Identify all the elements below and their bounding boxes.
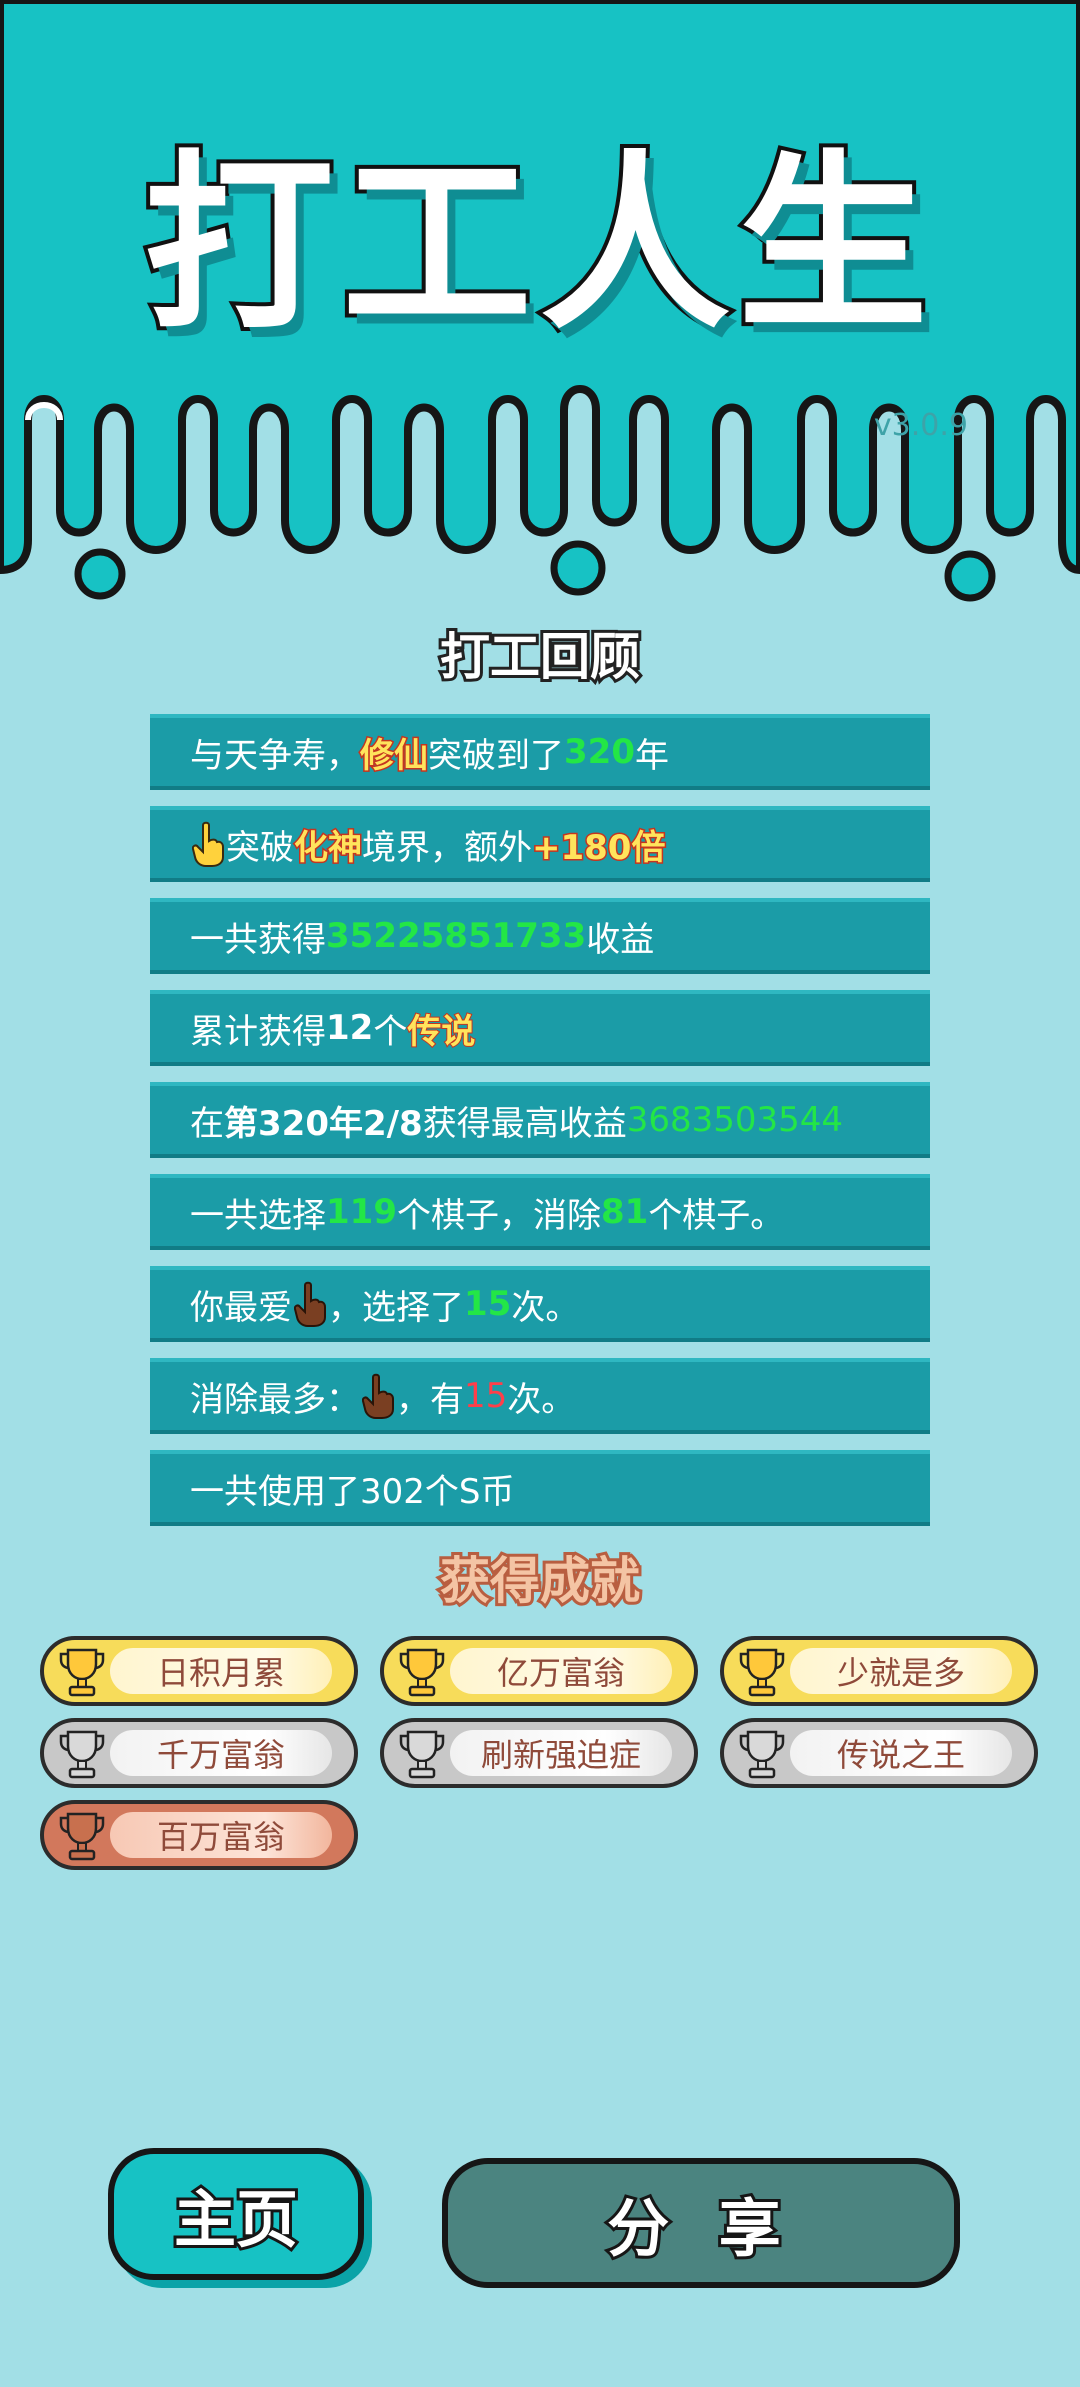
- achievement-label: 千万富翁: [110, 1730, 332, 1776]
- stat-highlight: 化神: [293, 826, 364, 869]
- stat-value: 3683503544: [626, 1100, 844, 1140]
- pointing-hand-brown-icon: [294, 1281, 326, 1327]
- pointing-hand-brown-icon: [362, 1373, 394, 1419]
- trophy-bronze-icon: [59, 1812, 105, 1861]
- home-button[interactable]: 主页: [108, 2148, 364, 2280]
- achievement-label: 亿万富翁: [450, 1648, 672, 1694]
- stat-row-pieces: 一共选择 119 个棋子，消除 81 个棋子。: [150, 1174, 930, 1250]
- stat-text: 在: [190, 1103, 224, 1144]
- stat-row-most-eliminated: 消除最多： ，有 15 次。: [150, 1358, 930, 1434]
- stat-text: 消除最多：: [190, 1379, 360, 1420]
- stat-text: 与天争寿，: [190, 735, 360, 776]
- achievements-title: 获得成就: [437, 1552, 643, 1610]
- stat-text: 个: [373, 1011, 408, 1052]
- app-title: 打工人生: [140, 134, 936, 355]
- stat-value: 81: [600, 1192, 649, 1232]
- trophy-silver-icon: [399, 1730, 445, 1779]
- review-title: 打工回顾: [437, 628, 643, 686]
- stat-value: 12: [326, 1008, 374, 1048]
- stat-text: 突破到了: [428, 735, 564, 776]
- stat-text: 突破: [226, 827, 294, 868]
- achievement-label: 日积月累: [110, 1648, 332, 1694]
- achievement-badge[interactable]: 亿万富翁: [380, 1636, 698, 1706]
- stat-value: 119: [326, 1192, 397, 1232]
- stat-value: 320: [564, 732, 635, 772]
- achievement-badge[interactable]: 少就是多: [720, 1636, 1038, 1706]
- stat-text: 次。: [511, 1287, 580, 1328]
- achievement-label: 传说之王: [790, 1730, 1012, 1776]
- stat-value: +180倍: [530, 826, 666, 869]
- stat-highlight: 传说: [406, 1011, 476, 1053]
- achievement-label: 百万富翁: [110, 1812, 332, 1858]
- stat-text: 一共使用了302个S币: [190, 1471, 515, 1512]
- stat-text: 一共获得: [190, 919, 326, 960]
- stat-row-coins: 一共使用了302个S币: [150, 1450, 930, 1526]
- achievement-label: 少就是多: [790, 1648, 1012, 1694]
- stat-text: ，有: [396, 1379, 464, 1420]
- stat-text: 境界，额外: [362, 827, 532, 868]
- trophy-silver-icon: [59, 1730, 105, 1779]
- achievement-badge[interactable]: 传说之王: [720, 1718, 1038, 1788]
- stat-text: 次。: [507, 1379, 576, 1420]
- stat-date: 第320年2/8: [224, 1103, 423, 1144]
- header: 打工人生 v3.0.9: [0, 0, 1080, 620]
- trophy-gold-icon: [399, 1648, 445, 1697]
- stat-row-favorite: 你最爱 ，选择了 15 次。: [150, 1266, 930, 1342]
- stat-text: 累计获得: [190, 1011, 326, 1052]
- pointing-hand-yellow-icon: [192, 821, 224, 867]
- stat-text: 年: [634, 735, 669, 776]
- share-button[interactable]: 分 享: [442, 2158, 960, 2288]
- stat-value: 35225851733: [326, 916, 587, 956]
- stat-row-cultivation: 与天争寿， 修仙 突破到了 320 年: [150, 714, 930, 790]
- trophy-gold-icon: [59, 1648, 105, 1697]
- stat-text: 一共选择: [190, 1195, 326, 1236]
- stat-row-legends: 累计获得 12 个传说: [150, 990, 930, 1066]
- stat-text: 收益: [586, 919, 655, 960]
- achievement-label: 刷新强迫症: [450, 1730, 672, 1776]
- stat-value: 15: [464, 1284, 512, 1324]
- stat-row-breakthrough: 突破 化神 境界，额外 +180倍: [150, 806, 930, 882]
- stat-row-total-income: 一共获得 35225851733 收益: [150, 898, 930, 974]
- stat-highlight: 修仙: [359, 734, 430, 777]
- stat-text: 个棋子。: [648, 1195, 785, 1236]
- stat-text: 获得最高收益: [422, 1103, 627, 1144]
- stat-text: 你最爱: [190, 1287, 292, 1328]
- achievement-badge[interactable]: 日积月累: [40, 1636, 358, 1706]
- stat-text: ，选择了: [328, 1287, 464, 1328]
- achievement-badge[interactable]: 百万富翁: [40, 1800, 358, 1870]
- stat-value: 15: [464, 1376, 508, 1416]
- stat-row-best-income: 在 第320年2/8 获得最高收益 3683503544: [150, 1082, 930, 1158]
- stat-text: 个棋子，消除: [396, 1195, 601, 1236]
- achievement-badge[interactable]: 刷新强迫症: [380, 1718, 698, 1788]
- trophy-silver-icon: [739, 1730, 785, 1779]
- achievement-badge[interactable]: 千万富翁: [40, 1718, 358, 1788]
- trophy-gold-icon: [739, 1648, 785, 1697]
- version-label: v3.0.9: [873, 408, 968, 443]
